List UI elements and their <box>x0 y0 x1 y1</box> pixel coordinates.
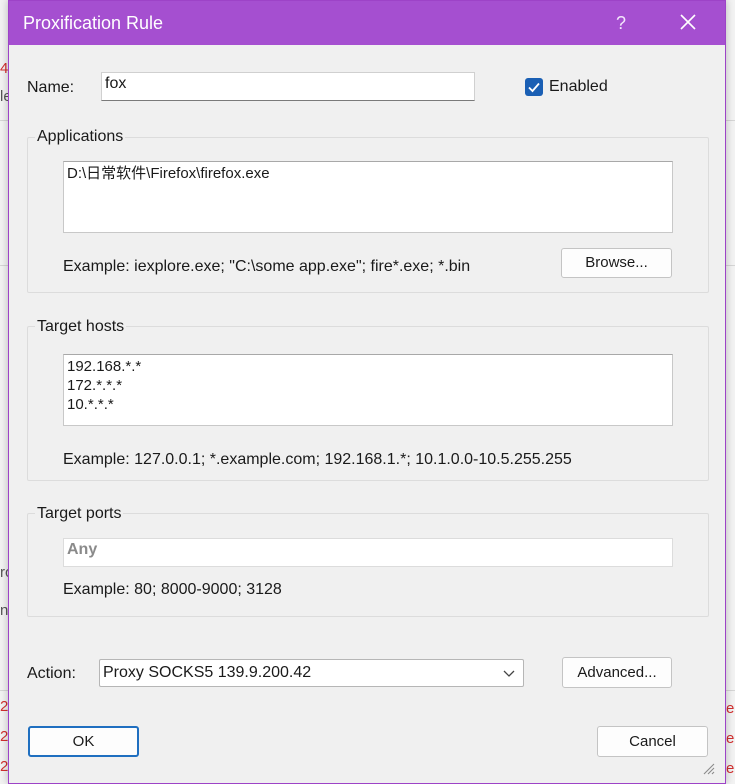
close-icon <box>680 14 696 30</box>
applications-group-title: Applications <box>35 128 126 146</box>
applications-example: Example: iexplore.exe; "C:\some app.exe"… <box>63 258 471 275</box>
background-text: e <box>726 730 735 747</box>
resize-grip-icon[interactable] <box>701 761 715 775</box>
title-bar[interactable]: Proxification Rule ? <box>9 1 725 45</box>
target-ports-group-title: Target ports <box>35 505 124 523</box>
ok-button[interactable]: OK <box>28 726 139 757</box>
target-hosts-textarea[interactable]: 192.168.*.* 172.*.*.* 10.*.*.* <box>63 354 673 426</box>
help-button[interactable]: ? <box>607 9 635 37</box>
target-hosts-group-title: Target hosts <box>35 318 127 336</box>
close-button[interactable] <box>673 9 703 37</box>
action-select[interactable]: Proxy SOCKS5 139.9.200.42 <box>99 659 524 687</box>
target-ports-example: Example: 80; 8000-9000; 3128 <box>63 581 282 598</box>
action-select-value: Proxy SOCKS5 139.9.200.42 <box>103 664 312 681</box>
dialog-title: Proxification Rule <box>23 13 164 33</box>
action-label: Action: <box>27 665 76 682</box>
background-text: e <box>726 760 735 777</box>
applications-textarea[interactable]: D:\日常软件\Firefox\firefox.exe <box>63 161 673 233</box>
proxification-rule-dialog: Proxification Rule ? Name: fox Enabled A… <box>8 0 726 784</box>
name-input[interactable]: fox <box>101 72 475 101</box>
target-ports-placeholder: Any <box>67 541 98 558</box>
advanced-button[interactable]: Advanced... <box>562 657 672 688</box>
name-label: Name: <box>27 79 75 96</box>
target-ports-input[interactable]: Any <box>63 538 673 567</box>
checkmark-icon <box>528 82 540 93</box>
cancel-button[interactable]: Cancel <box>597 726 708 757</box>
background-text: e <box>726 700 735 717</box>
target-hosts-value: 192.168.*.* 172.*.*.* 10.*.*.* <box>67 358 142 413</box>
chevron-down-icon <box>503 670 515 677</box>
target-hosts-example: Example: 127.0.0.1; *.example.com; 192.1… <box>63 451 572 468</box>
browse-button[interactable]: Browse... <box>561 248 672 278</box>
applications-value: D:\日常软件\Firefox\firefox.exe <box>67 165 270 182</box>
enabled-checkbox[interactable] <box>525 78 543 96</box>
enabled-label: Enabled <box>549 78 608 95</box>
